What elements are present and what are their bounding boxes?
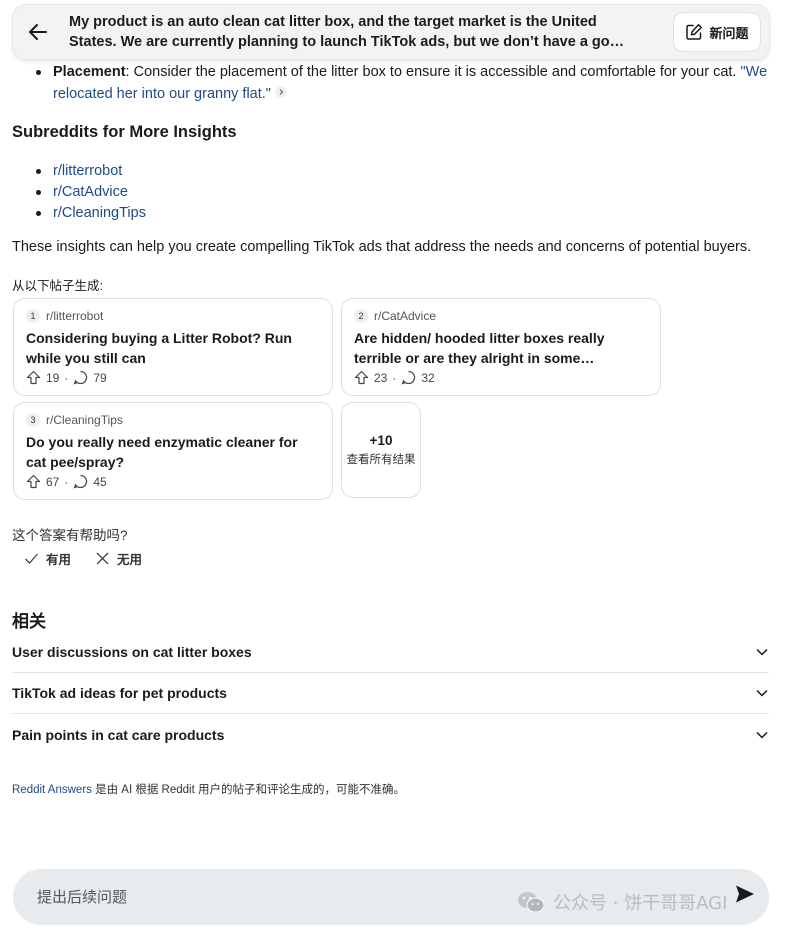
related-item[interactable]: Pain points in cat care products (12, 714, 769, 755)
upvote-count: 67 (46, 474, 60, 489)
list-item: r/litterrobot (12, 161, 146, 182)
citation-link[interactable]: "We (741, 64, 768, 80)
new-question-label: 新问题 (709, 25, 749, 41)
subreddit-link-cleaningtips[interactable]: r/CleaningTips (53, 205, 146, 221)
back-button[interactable] (13, 4, 63, 60)
source-stats: 23 · 32 (354, 370, 648, 385)
stat-separator: · (64, 370, 69, 385)
followup-input[interactable] (37, 888, 677, 906)
list-item: Placement: Consider the placement of the… (12, 62, 772, 105)
source-card[interactable]: 3 r/CleaningTips Do you really need enzy… (13, 402, 333, 500)
source-number-badge: 3 (26, 413, 40, 427)
check-icon (25, 553, 38, 564)
not-helpful-label: 无用 (117, 553, 143, 567)
new-question-button[interactable]: 新问题 (673, 12, 761, 52)
source-title: Are hidden/ hooded litter boxes really t… (354, 330, 605, 366)
source-card[interactable]: 2 r/CatAdvice Are hidden/ hooded litter … (341, 298, 661, 396)
upvote-icon (26, 370, 41, 385)
source-title: Considering buying a Litter Robot? Run w… (26, 330, 292, 366)
feedback-buttons: 有用 无用 (24, 549, 142, 568)
not-helpful-button[interactable]: 无用 (95, 549, 142, 568)
subreddit-list: r/litterrobot r/CatAdvice r/CleaningTips (12, 161, 146, 224)
feedback-question: 这个答案有帮助吗? (12, 528, 128, 543)
comment-count: 32 (421, 370, 435, 385)
subreddit-link-litterrobot[interactable]: r/litterrobot (53, 163, 122, 179)
sources-label: 从以下帖子生成: (12, 279, 103, 293)
chevron-down-icon (756, 648, 768, 656)
placement-text: : Consider the placement of the litter b… (125, 64, 741, 80)
comment-icon (401, 370, 416, 385)
related-item[interactable]: TikTok ad ideas for pet products (12, 673, 769, 714)
more-results-count: +10 (369, 433, 393, 448)
source-title: Do you really need enzymatic cleaner for… (26, 434, 298, 470)
upvote-count: 23 (374, 370, 388, 385)
placement-bullet: Placement: Consider the placement of the… (12, 62, 772, 105)
source-number-badge: 1 (26, 309, 40, 323)
related-item[interactable]: User discussions on cat litter boxes (12, 632, 769, 673)
source-card[interactable]: 1 r/litterrobot Considering buying a Lit… (13, 298, 333, 396)
more-results-label: 查看所有结果 (346, 454, 416, 466)
disclaimer-text: 是由 AI 根据 Reddit 用户的帖子和评论生成的，可能不准确。 (91, 784, 405, 796)
question-title: My product is an auto clean cat litter b… (69, 12, 629, 52)
upvote-icon (354, 370, 369, 385)
summary-text: These insights can help you create compe… (12, 239, 752, 255)
related-heading: 相关 (12, 612, 46, 631)
subreddit-link-catadvice[interactable]: r/CatAdvice (53, 184, 128, 200)
reddit-answers-link[interactable]: Reddit Answers (12, 784, 92, 796)
comment-count: 45 (93, 474, 107, 489)
comment-icon (73, 474, 88, 489)
related-item-label: TikTok ad ideas for pet products (12, 685, 227, 701)
stat-separator: · (64, 474, 69, 489)
list-item: r/CatAdvice (12, 182, 146, 203)
source-subreddit: r/litterrobot (46, 309, 104, 323)
edit-icon (686, 24, 703, 40)
arrow-left-icon (29, 24, 47, 40)
send-icon (736, 885, 754, 903)
related-item-label: Pain points in cat care products (12, 726, 225, 743)
view-all-results-button[interactable]: +10 查看所有结果 (341, 402, 421, 498)
comment-count: 79 (93, 370, 107, 385)
chevron-down-icon (756, 689, 768, 697)
source-subreddit: r/CleaningTips (46, 413, 123, 427)
source-stats: 67 · 45 (26, 474, 320, 489)
related-item-label: User discussions on cat litter boxes (12, 644, 252, 660)
send-button[interactable] (735, 884, 755, 909)
source-meta: 1 r/litterrobot (26, 309, 320, 323)
close-icon (96, 552, 109, 565)
chevron-right-icon[interactable] (274, 83, 287, 104)
list-item: r/CleaningTips (12, 203, 146, 224)
helpful-label: 有用 (46, 553, 72, 567)
source-meta: 2 r/CatAdvice (354, 309, 648, 323)
top-header: My product is an auto clean cat litter b… (12, 4, 770, 60)
source-meta: 3 r/CleaningTips (26, 413, 320, 427)
stat-separator: · (392, 370, 397, 385)
citation-link-continued[interactable]: relocated her into our granny flat." (53, 86, 271, 102)
ai-disclaimer: Reddit Answers 是由 AI 根据 Reddit 用户的帖子和评论生… (12, 781, 405, 797)
question-title-line2: States. We are currently planning to lau… (69, 34, 629, 50)
question-title-line1: My product is an auto clean cat litter b… (69, 14, 597, 30)
upvote-icon (26, 474, 41, 489)
followup-bar (13, 869, 769, 925)
helpful-button[interactable]: 有用 (24, 549, 71, 568)
chevron-down-icon (756, 731, 768, 739)
placement-label: Placement (53, 64, 126, 80)
subreddits-heading: Subreddits for More Insights (12, 123, 237, 141)
upvote-count: 19 (46, 370, 60, 385)
source-subreddit: r/CatAdvice (374, 309, 437, 323)
source-stats: 19 · 79 (26, 370, 320, 385)
source-number-badge: 2 (354, 309, 368, 323)
comment-icon (73, 370, 88, 385)
